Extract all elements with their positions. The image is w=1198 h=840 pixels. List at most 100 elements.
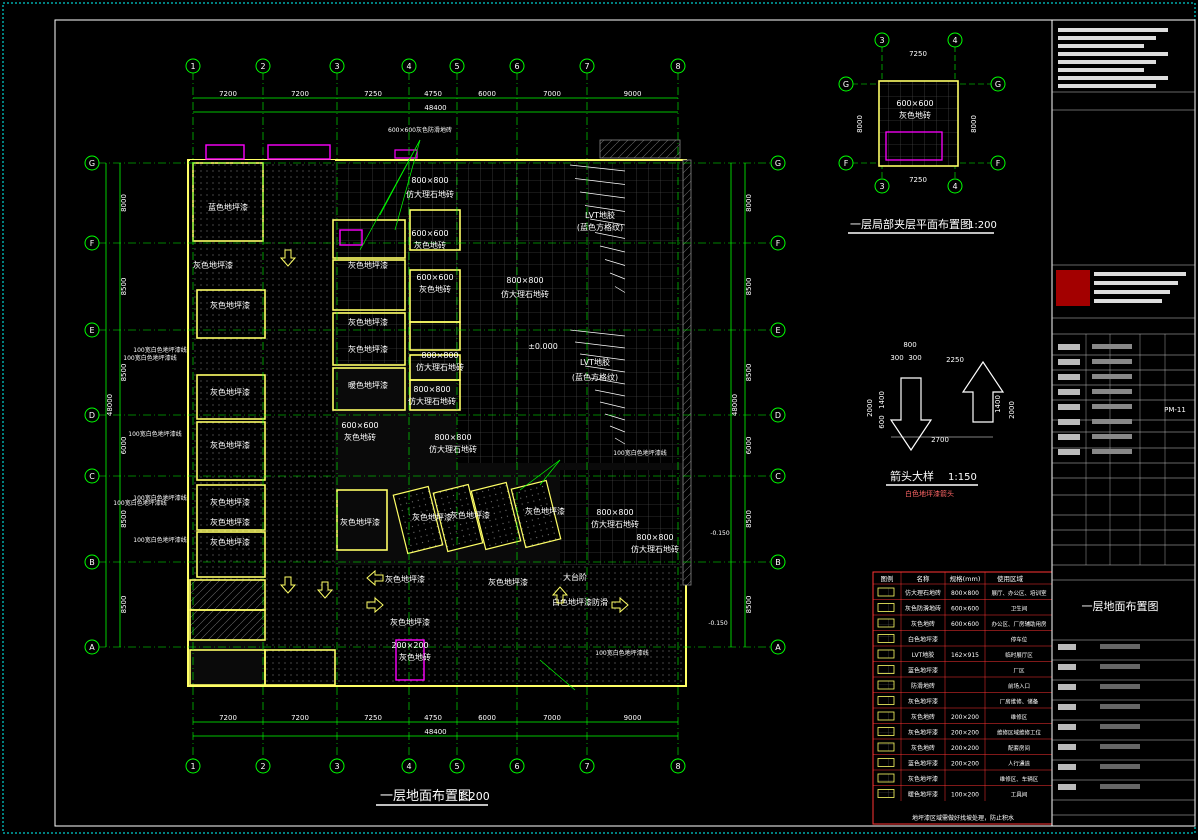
dim-text: 7000 (543, 714, 561, 722)
signature-label (1058, 724, 1076, 730)
title-field-value (1092, 419, 1132, 424)
legend-name: 暖色地坪漆 (908, 791, 938, 799)
room-label: 灰色地坪漆 (210, 300, 250, 310)
dim-text-v: 8500 (120, 364, 128, 382)
annotation: 100宽白色地坪漆线 (128, 430, 181, 438)
legend-swatch (877, 603, 895, 612)
legend-area: 卫生间 (1011, 605, 1028, 613)
legend-spec: 600×600 (951, 606, 979, 613)
room-label: 白色地坪漆防滑 (552, 597, 608, 607)
mezz-scale: 1:200 (968, 220, 997, 231)
signature-label (1058, 784, 1076, 790)
grid-label-left: A (89, 643, 95, 652)
arrow-dim: 300 (890, 354, 903, 362)
signature-label (1058, 704, 1076, 710)
top-right-hatch (599, 139, 681, 159)
grid-label-top: 7 (584, 62, 589, 71)
room-label: 800×800 (506, 276, 543, 285)
mezz-dim-left: 8000 (856, 115, 864, 133)
room-label: 灰色地坪漆 (412, 512, 452, 522)
grid-label-bottom: 7 (584, 762, 589, 771)
title-field-value (1092, 449, 1132, 454)
legend-area: 临时展厅区 (1005, 651, 1033, 659)
dim-text-v: 8500 (745, 596, 753, 614)
legend-name: 灰色地坪漆 (908, 775, 938, 783)
dim-text-v: 6000 (120, 437, 128, 455)
grid-label-bottom: 6 (514, 762, 519, 771)
grid-label-top: 6 (514, 62, 519, 71)
signature-label (1058, 644, 1076, 650)
grid-label-right: A (775, 643, 781, 652)
legend-area: 展厅、办公区、培训室 (991, 589, 1047, 597)
title-field-label (1058, 434, 1080, 440)
mezz-col-label: 4 (952, 36, 957, 45)
legend-name: 灰色防滑地砖 (905, 605, 941, 613)
grid-label-bottom: 4 (406, 762, 411, 771)
legend-area: 前场入口 (1008, 682, 1030, 690)
room-label: 灰色地砖 (419, 284, 451, 294)
room-label: 仿大理石地砖 (631, 544, 679, 554)
room-label: 600×600 (416, 273, 453, 282)
room-label: 仿大理石地砖 (501, 289, 549, 299)
grid-label-left: E (89, 326, 94, 335)
mezz-room (878, 80, 959, 167)
title-text-line (1058, 60, 1156, 64)
arrow-dim: 1400 (878, 391, 886, 409)
mezzanine-plan: 3 3 4 4 G G F F 7250 7250 8000 8000 600×600 灰色地砖 (838, 32, 1006, 194)
legend-name: LVT地胶 (912, 651, 934, 659)
room-label: 800×800 (411, 176, 448, 185)
dim-text: 4750 (424, 90, 442, 98)
mezz-row-label-r: G (995, 80, 1001, 89)
dim-text: 9000 (624, 714, 642, 722)
legend-name: 灰色地坪漆 (908, 698, 938, 706)
grid-label-top: 5 (454, 62, 459, 71)
title-text-line (1058, 84, 1156, 88)
company-seal (1056, 270, 1090, 306)
arrow-dim: 2000 (866, 399, 874, 417)
room-label: 暖色地坪漆 (348, 380, 388, 390)
grid-label-bottom: 1 (190, 762, 195, 771)
grid-label-top: 1 (190, 62, 195, 71)
annotation: 100宽白色地坪漆线 (133, 346, 186, 354)
arrow-dim: 2250 (946, 356, 964, 364)
room-label: 600×600 (341, 421, 378, 430)
dim-text: 9000 (624, 90, 642, 98)
main-floor-plan: 1 1 2 2 3 3 4 4 5 5 6 6 7 7 8 8 G G F F E E D D C C B B A A 7200 7200 7… (84, 58, 786, 774)
tank-1 (205, 144, 245, 160)
legend-swatch (877, 789, 895, 798)
arrow-dim: 300 (908, 354, 921, 362)
signature-label (1058, 684, 1076, 690)
mezz-row-label: G (843, 80, 849, 89)
legend-area: 人行通道 (1008, 760, 1031, 768)
dim-text: 7200 (219, 90, 237, 98)
legend-area: 维修区 (1011, 713, 1028, 721)
room-label: (蓝色方格纹) (572, 372, 618, 382)
legend-area: 办公区、厂房辅助用房 (991, 620, 1047, 628)
legend-name: 蓝色地坪漆 (908, 667, 938, 675)
dim-text-v: 8500 (745, 278, 753, 296)
title-field-label (1058, 449, 1080, 455)
legend-swatch (877, 634, 895, 643)
room-label: 灰色地坪漆 (210, 517, 250, 527)
grid-label-top: 4 (406, 62, 411, 71)
annotation: 100宽白色地坪漆线 (613, 449, 666, 457)
mezz-col-label-b: 4 (952, 182, 957, 191)
floor-area (190, 160, 265, 580)
title-field-value (1092, 404, 1132, 409)
cad-viewport[interactable]: 1 1 2 2 3 3 4 4 5 5 6 6 7 7 8 8 G G F F E E D D C C B B A A 7200 7200 7… (0, 0, 1198, 836)
title-field-label (1058, 359, 1080, 365)
room-label: 200×200 (391, 641, 428, 650)
main-plan-scale: 1:200 (458, 790, 490, 803)
annotation: 600×600灰色防滑地砖 (388, 126, 452, 134)
signature-label (1058, 664, 1076, 670)
grid-label-right: B (775, 558, 781, 567)
mezz-room-label: 600×600 (896, 99, 933, 108)
title-block: 一层地面布置图 PM-11 (1051, 19, 1196, 827)
legend-swatch (877, 665, 895, 674)
arrow-scale: 1:150 (948, 472, 977, 483)
dim-text-v: 8500 (120, 510, 128, 528)
room-label: 仿大理石地砖 (416, 362, 464, 372)
grid-label-right: G (775, 159, 781, 168)
title-field-label (1058, 419, 1080, 425)
legend-spec: 600×600 (951, 621, 979, 628)
